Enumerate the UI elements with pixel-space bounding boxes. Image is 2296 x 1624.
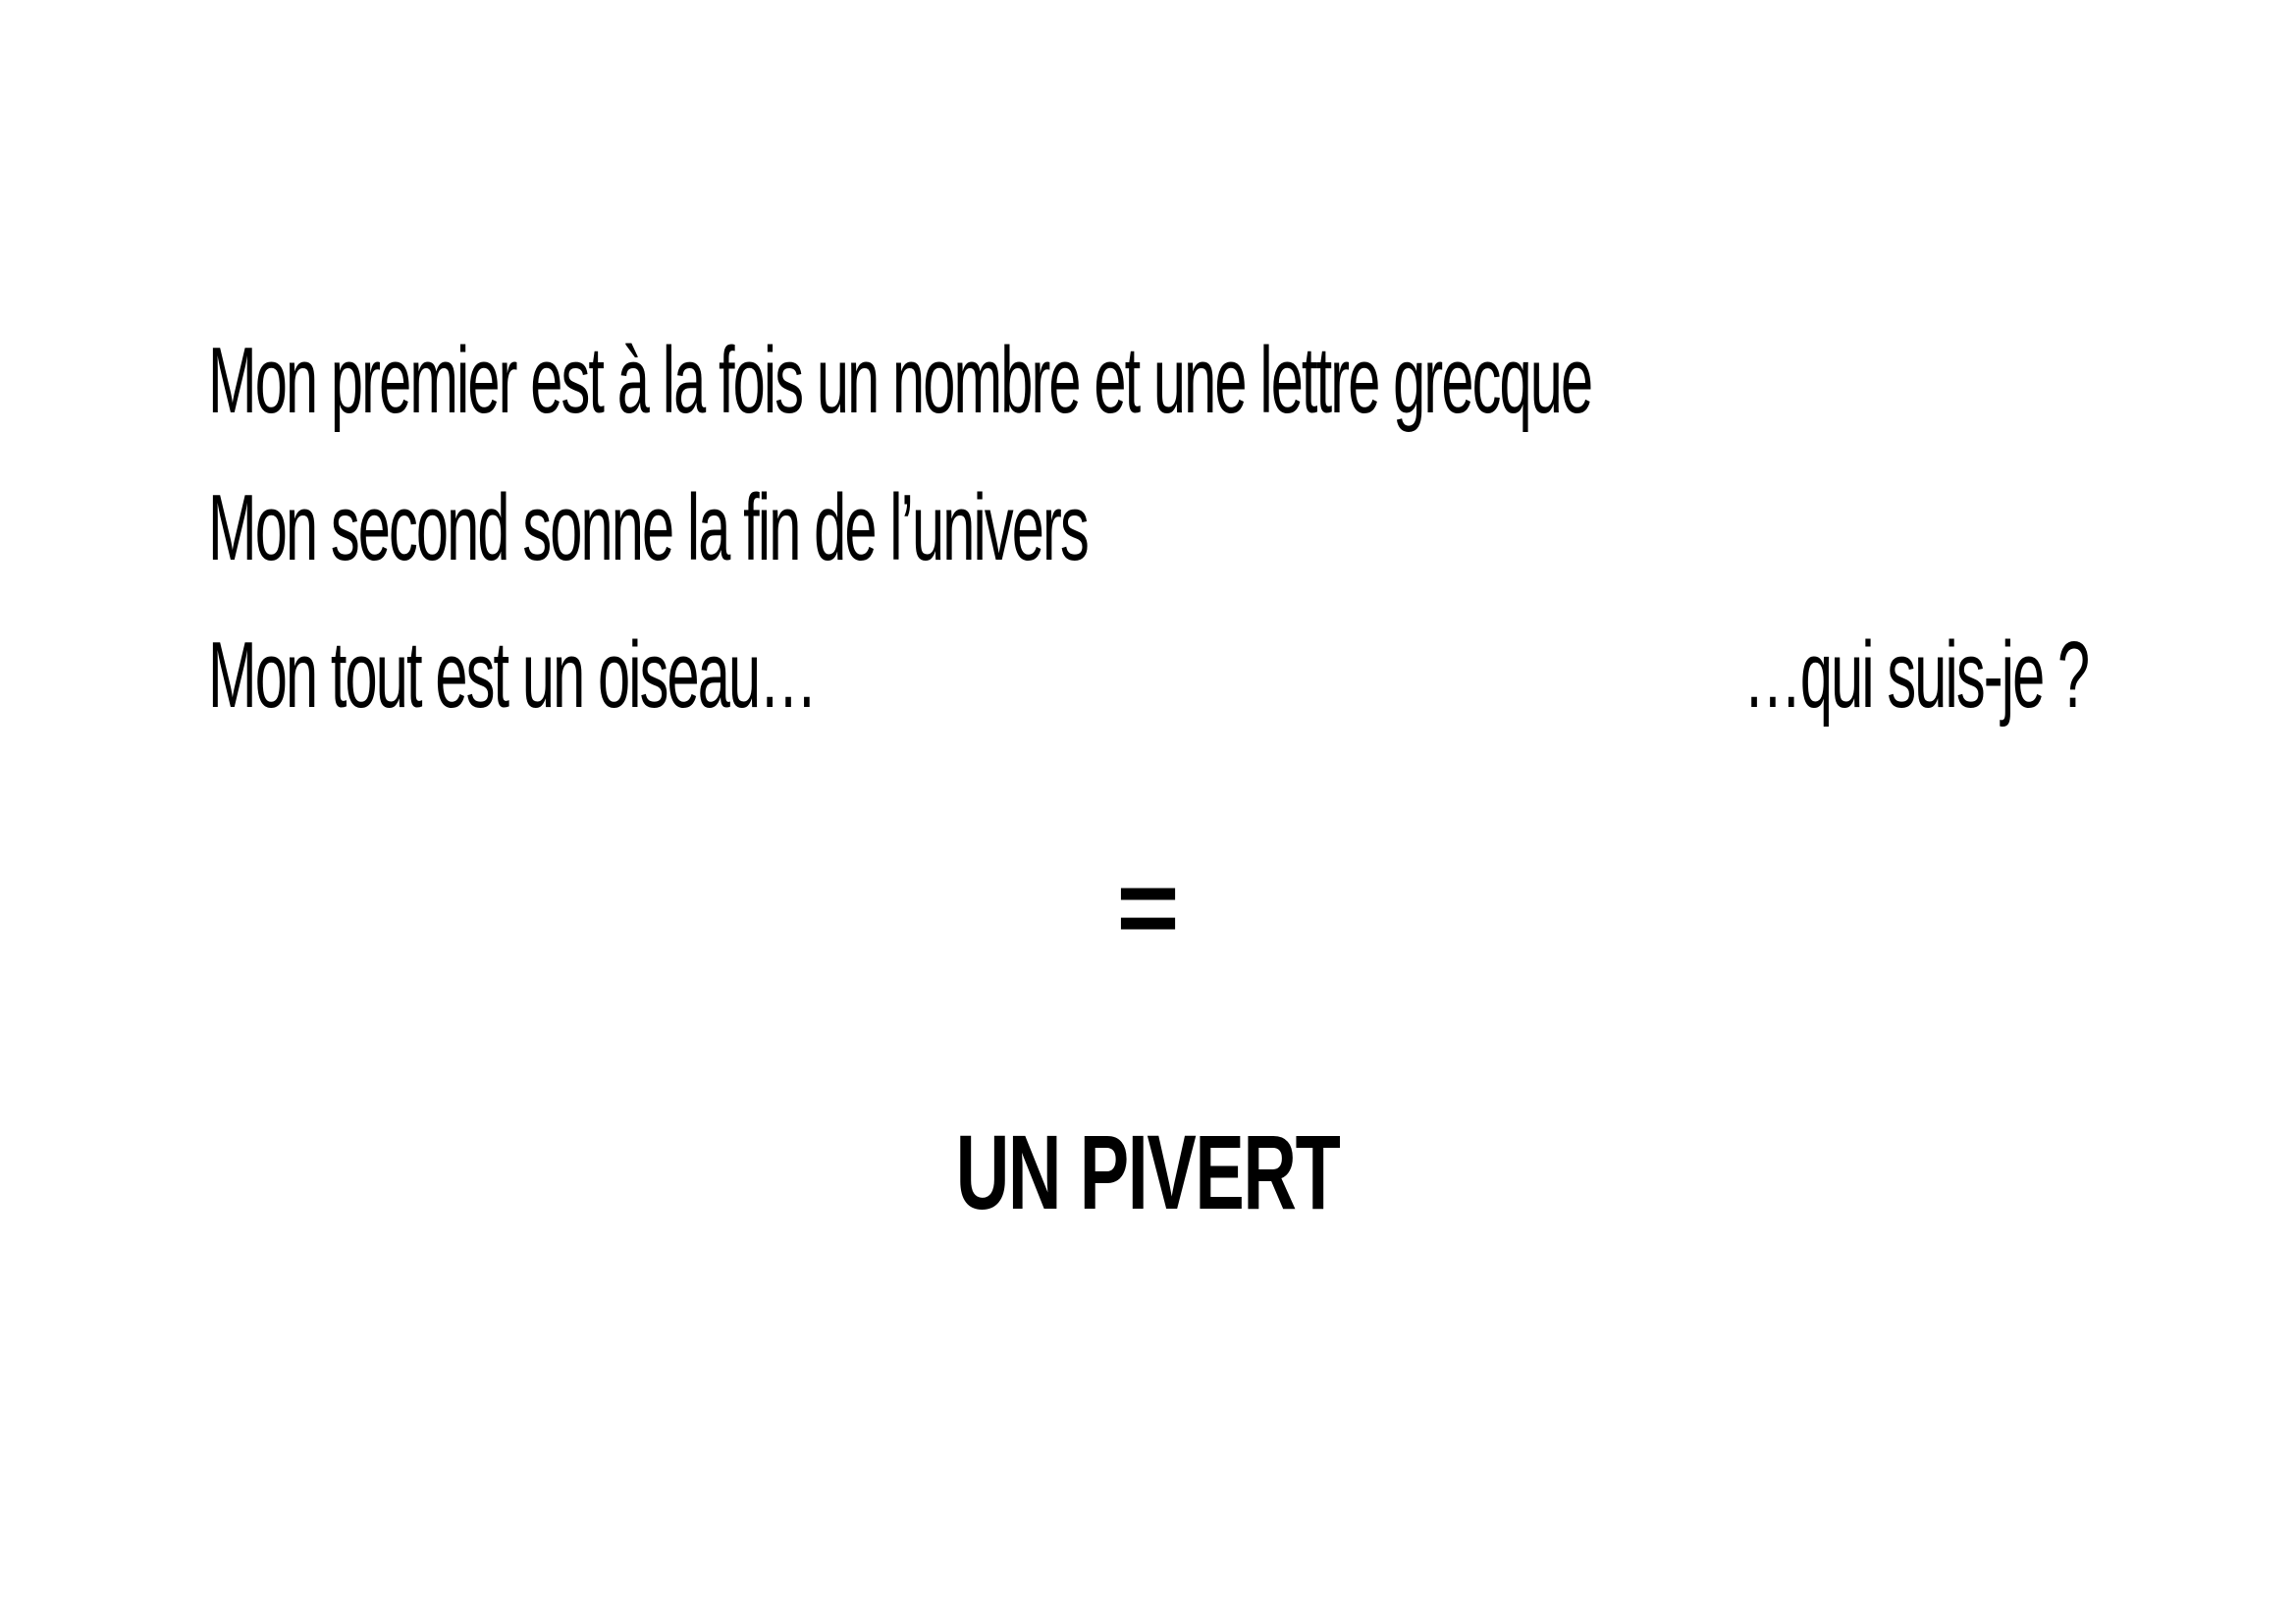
answer-text: UN PIVERT [956, 1112, 1341, 1231]
riddle-question: …qui suis-je ? [1742, 623, 2090, 728]
riddle-line-second: Mon second sonne la fin de l’univers [208, 475, 1090, 580]
riddle-line-first: Mon premier est à la fois un nombre et u… [208, 328, 1593, 433]
riddle-line-whole: Mon tout est un oiseau… [208, 623, 818, 728]
equals-sign: = [1116, 847, 1180, 968]
answer-block: UN PIVERT [0, 1119, 2296, 1225]
